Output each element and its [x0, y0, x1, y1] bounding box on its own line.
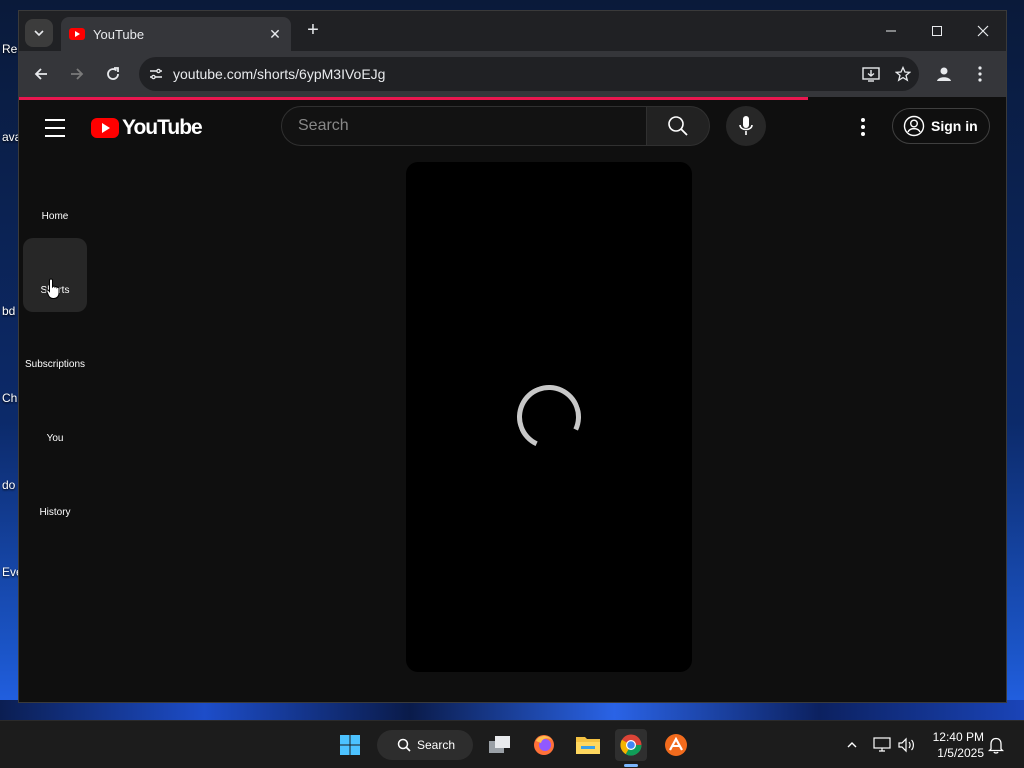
chrome-button[interactable]	[615, 729, 647, 761]
taskbar: Search 12:40 PM 1/5/2025	[0, 720, 1024, 768]
address-bar[interactable]: youtube.com/shorts/6ypM3IVoEJg	[139, 57, 919, 91]
maximize-icon	[932, 26, 942, 36]
tab-strip: YouTube ✕ +	[19, 11, 1006, 51]
task-view-icon	[489, 736, 510, 753]
search-icon	[397, 738, 411, 752]
show-hidden-icons-button[interactable]	[842, 735, 862, 755]
firefox-button[interactable]	[528, 729, 560, 761]
guide-item-history[interactable]: History	[23, 460, 87, 534]
youtube-logo-text: YouTube	[122, 116, 203, 139]
app-icon	[665, 734, 687, 756]
tab-close-icon[interactable]: ✕	[265, 26, 285, 43]
forward-button[interactable]	[65, 62, 89, 86]
kebab-menu-icon	[978, 66, 982, 82]
search-box	[281, 106, 647, 146]
new-tab-icon[interactable]: +	[301, 19, 325, 43]
clock-time: 12:40 PM	[932, 730, 984, 744]
guide-label: History	[39, 507, 71, 518]
tab-youtube[interactable]: YouTube ✕	[61, 17, 291, 51]
tab-title: YouTube	[93, 26, 145, 42]
reload-button[interactable]	[101, 62, 125, 86]
url-text[interactable]: youtube.com/shorts/6ypM3IVoEJg	[173, 66, 855, 82]
guide-label: Subscriptions	[24, 359, 86, 370]
account-circle-icon	[903, 115, 925, 137]
volume-icon	[898, 737, 914, 753]
shorts-player[interactable]	[406, 162, 692, 672]
site-info-button[interactable]	[139, 57, 173, 91]
chrome-active-indicator	[624, 764, 638, 767]
settings-more-icon[interactable]	[851, 113, 875, 141]
browser-toolbar: youtube.com/shorts/6ypM3IVoEJg	[19, 51, 1006, 97]
task-view-button[interactable]	[484, 729, 516, 761]
youtube-page: YouTube Sign in Home Shorts	[19, 100, 1006, 702]
sign-in-button[interactable]: Sign in	[892, 108, 990, 144]
desktop-icons: Re ava bd Ch do Eve	[0, 0, 20, 720]
back-icon	[34, 68, 47, 80]
reload-icon	[107, 67, 119, 80]
clock-date: 1/5/2025	[937, 746, 984, 760]
minimize-button[interactable]	[868, 11, 914, 51]
windows-start-icon	[340, 735, 360, 755]
bookmark-button[interactable]	[887, 57, 919, 91]
loading-spinner-icon	[507, 375, 591, 459]
chrome-icon	[620, 734, 642, 756]
file-explorer-icon	[576, 737, 600, 754]
maximize-button[interactable]	[914, 11, 960, 51]
close-icon	[977, 25, 989, 37]
bookmark-star-icon	[895, 66, 911, 82]
volume-button[interactable]	[897, 735, 917, 755]
guide-item-shorts[interactable]: Shorts	[23, 238, 87, 312]
search-button[interactable]	[646, 106, 710, 146]
file-explorer-button[interactable]	[572, 729, 604, 761]
firefox-icon	[534, 735, 554, 755]
guide-label: Home	[41, 211, 69, 222]
youtube-play-icon	[91, 118, 119, 138]
tab-search-button[interactable]	[25, 19, 53, 47]
bell-icon	[988, 737, 1004, 754]
browser-window: YouTube ✕ + youtube.com/shorts/6ypM3IVoE…	[18, 10, 1007, 703]
wallpaper	[0, 700, 1024, 720]
toolbar-right	[926, 57, 998, 91]
close-button[interactable]	[960, 11, 1006, 51]
youtube-logo[interactable]: YouTube	[91, 116, 203, 140]
taskbar-search-label: Search	[417, 738, 456, 752]
yt-masthead: YouTube Sign in	[19, 100, 1006, 156]
start-button[interactable]	[334, 729, 366, 761]
profile-icon	[937, 67, 951, 81]
taskbar-search-button[interactable]: Search	[377, 730, 473, 760]
guide-item-home[interactable]: Home	[23, 164, 87, 238]
guide-item-subscriptions[interactable]: Subscriptions	[23, 312, 87, 386]
guide-label: You	[46, 433, 64, 444]
forward-icon	[71, 68, 84, 80]
install-app-button[interactable]	[855, 57, 887, 91]
clock[interactable]: 12:40 PM 1/5/2025	[926, 729, 984, 761]
chevron-down-icon	[34, 30, 44, 37]
profile-button[interactable]	[926, 57, 962, 91]
microphone-icon	[739, 116, 753, 135]
minimize-icon	[886, 30, 896, 32]
search-icon	[668, 116, 688, 136]
notifications-button[interactable]	[986, 735, 1006, 755]
window-controls	[868, 11, 1006, 51]
guide-item-you[interactable]: You	[23, 386, 87, 460]
voice-search-button[interactable]	[726, 106, 766, 146]
back-button[interactable]	[29, 62, 53, 86]
hamburger-menu-icon[interactable]	[41, 116, 69, 140]
network-icon	[873, 737, 891, 752]
install-app-icon	[862, 67, 880, 82]
network-button[interactable]	[872, 735, 892, 755]
youtube-favicon-icon	[69, 28, 85, 40]
hand-cursor-icon	[46, 278, 60, 299]
chevron-up-icon	[847, 742, 857, 748]
site-info-icon	[150, 68, 162, 80]
browser-menu-button[interactable]	[962, 57, 998, 91]
app-button[interactable]	[660, 729, 692, 761]
sign-in-label: Sign in	[931, 118, 978, 134]
search-input[interactable]	[298, 117, 646, 135]
